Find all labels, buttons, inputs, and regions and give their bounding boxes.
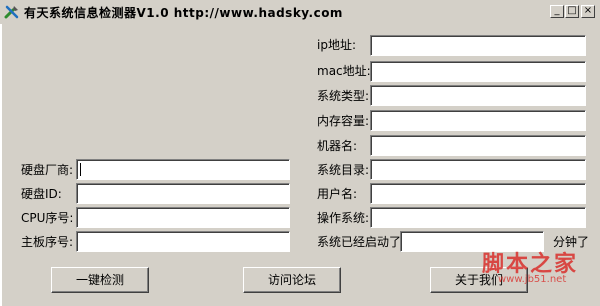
window-edge (0, 24, 2, 306)
text-caret (80, 163, 81, 176)
cpu-serial-field[interactable] (76, 207, 290, 228)
maximize-button[interactable]: □ (565, 5, 579, 18)
disk-vendor-field[interactable] (76, 159, 290, 180)
window-title: 有天系统信息检测器V1.0 http://www.hadsky.com (24, 6, 343, 20)
system-dir-label: 系统目录: (317, 163, 370, 177)
maximize-icon: □ (567, 5, 577, 16)
disk-vendor-label: 硬盘厂商: (21, 163, 74, 177)
site-watermark-url: www.jb51.net (498, 274, 567, 285)
disk-id-label: 硬盘ID: (21, 187, 62, 201)
machine-name-label: 机器名: (317, 139, 358, 153)
uptime-label: 系统已经启动了 (317, 235, 402, 249)
title-bar[interactable]: 有天系统信息检测器V1.0 http://www.hadsky.com _ □ … (0, 0, 600, 24)
os-field[interactable] (370, 207, 586, 228)
username-field[interactable] (370, 183, 586, 204)
disk-id-field[interactable] (76, 183, 290, 204)
visit-forum-button[interactable]: 访问论坛 (243, 267, 341, 293)
mac-field[interactable] (370, 61, 586, 82)
username-label: 用户名: (317, 187, 358, 201)
system-dir-field[interactable] (370, 159, 586, 180)
system-type-label: 系统类型: (317, 89, 370, 103)
memory-field[interactable] (370, 110, 586, 131)
ip-label: ip地址: (317, 38, 356, 52)
board-serial-field[interactable] (76, 231, 290, 252)
mac-label: mac地址: (317, 64, 371, 78)
system-type-field[interactable] (370, 85, 586, 106)
minimize-button[interactable]: _ (550, 5, 564, 18)
machine-name-field[interactable] (370, 135, 586, 156)
cpu-serial-label: CPU序号: (21, 211, 74, 225)
close-button[interactable]: × (581, 5, 595, 18)
ip-field[interactable] (370, 35, 586, 56)
close-icon: × (583, 5, 593, 16)
app-tools-icon (4, 4, 20, 20)
os-label: 操作系统: (317, 211, 370, 225)
main-window: 有天系统信息检测器V1.0 http://www.hadsky.com _ □ … (0, 0, 600, 306)
memory-label: 内存容量: (317, 114, 370, 128)
board-serial-label: 主板序号: (21, 235, 74, 249)
detect-button[interactable]: 一键检测 (51, 267, 149, 293)
minimize-icon: _ (554, 5, 560, 16)
